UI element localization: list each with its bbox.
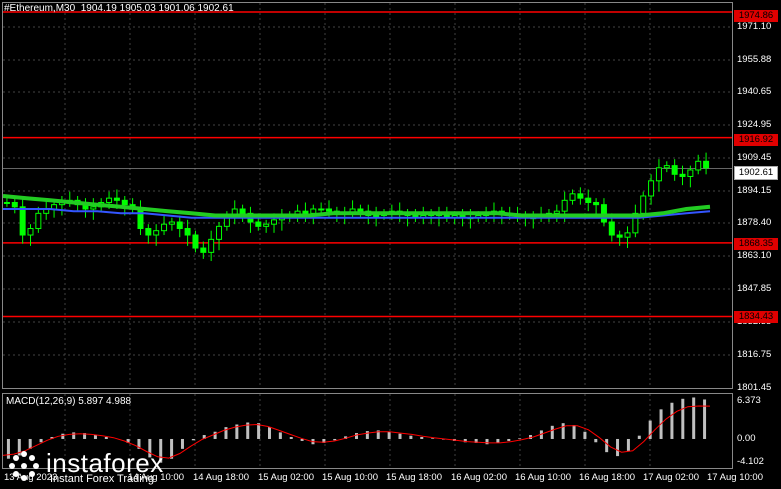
price-axis-label: 1878.40 [737, 217, 772, 228]
main-pane-border [2, 2, 733, 389]
time-axis-label: 15 Aug 10:00 [322, 472, 378, 483]
symbol-info: #Ethereum,M30 1904.19 1905.03 1901.06 19… [4, 3, 234, 14]
current-price-tag: 1902.61 [734, 166, 778, 180]
price-axis-label: 1847.85 [737, 283, 772, 294]
candle-body [113, 197, 120, 201]
candle-body [577, 193, 584, 199]
time-axis-label: 15 Aug 18:00 [386, 472, 442, 483]
candle-body [561, 199, 568, 212]
time-axis-label: 17 Aug 02:00 [643, 472, 699, 483]
macd-axis-label: 6.373 [737, 395, 761, 406]
candle-body [608, 221, 615, 236]
candle-body [671, 165, 678, 175]
price-axis-label: 1894.15 [737, 185, 772, 196]
price-axis-label: 1816.75 [737, 349, 772, 360]
candle-body [263, 223, 270, 227]
candle-body [624, 232, 631, 238]
candle-body [703, 160, 710, 169]
level-tag-1916: 1916.92 [734, 134, 778, 146]
candle-body [318, 208, 325, 211]
time-axis-label: 14 Aug 18:00 [193, 472, 249, 483]
instaforex-logo-icon [9, 451, 39, 481]
candle-body [137, 208, 144, 230]
candle-body [3, 201, 10, 204]
horizontal-levels [3, 11, 733, 318]
candle-body [192, 234, 199, 249]
candle-body [200, 247, 207, 253]
candle-body [35, 212, 42, 230]
candle-body [19, 206, 26, 236]
candle-body [90, 206, 97, 210]
candle-body [223, 217, 230, 227]
time-axis-label: 16 Aug 10:00 [515, 472, 571, 483]
candle-body [121, 199, 128, 206]
candle-body [695, 160, 702, 171]
candle-body [106, 197, 113, 203]
candle-body [655, 167, 662, 182]
price-axis-label: 1801.45 [737, 382, 772, 393]
macd-axis-label: 0.00 [737, 433, 756, 444]
candle-body [569, 193, 576, 201]
candle-body [302, 210, 309, 214]
candle-body [271, 219, 278, 225]
candle-body [600, 204, 607, 223]
time-axis-label: 16 Aug 02:00 [451, 472, 507, 483]
candle-body [153, 230, 160, 236]
price-axis-label: 1940.65 [737, 86, 772, 97]
watermark-tagline: Instant Forex Trading [50, 473, 154, 485]
candle-body [145, 228, 152, 236]
candle-body [373, 215, 380, 218]
candle-body [161, 223, 168, 232]
chart-canvas[interactable] [0, 0, 781, 489]
price-axis-label: 1909.45 [737, 152, 772, 163]
candle-body [27, 228, 34, 236]
macd-title: MACD(12,26,9) 5.897 4.988 [6, 396, 132, 407]
candle-body [255, 221, 262, 227]
candle-body [640, 195, 647, 214]
candle-body [208, 238, 215, 253]
level-tag-1974: 1974.86 [734, 10, 778, 22]
candle-body [585, 197, 592, 203]
candle-body [553, 210, 560, 214]
time-axis-label: 16 Aug 18:00 [579, 472, 635, 483]
candle-body [216, 225, 223, 240]
candle-body [310, 208, 317, 214]
candle-body [687, 169, 694, 177]
candle-body [239, 208, 246, 214]
candle-body [679, 173, 686, 177]
candle-body [168, 221, 175, 225]
candle-body [616, 234, 623, 238]
price-axis-label: 1863.10 [737, 250, 772, 261]
candle-body [326, 208, 333, 212]
candle-body [11, 201, 18, 208]
price-axis-label: 1924.95 [737, 119, 772, 130]
candle-body [663, 165, 670, 169]
time-axis-label: 15 Aug 02:00 [258, 472, 314, 483]
candle-body [357, 208, 364, 212]
macd-axis-label: -4.102 [737, 456, 764, 467]
price-axis-label: 1955.88 [737, 54, 772, 65]
candle-body [184, 228, 191, 236]
candle-body [593, 201, 600, 206]
candle-body [176, 221, 183, 230]
level-tag-1868: 1868.35 [734, 238, 778, 250]
candle-body [648, 180, 655, 197]
price-axis-label: 1971.10 [737, 21, 772, 32]
level-tag-1834: 1834.43 [734, 311, 778, 323]
time-axis-label: 17 Aug 10:00 [707, 472, 763, 483]
